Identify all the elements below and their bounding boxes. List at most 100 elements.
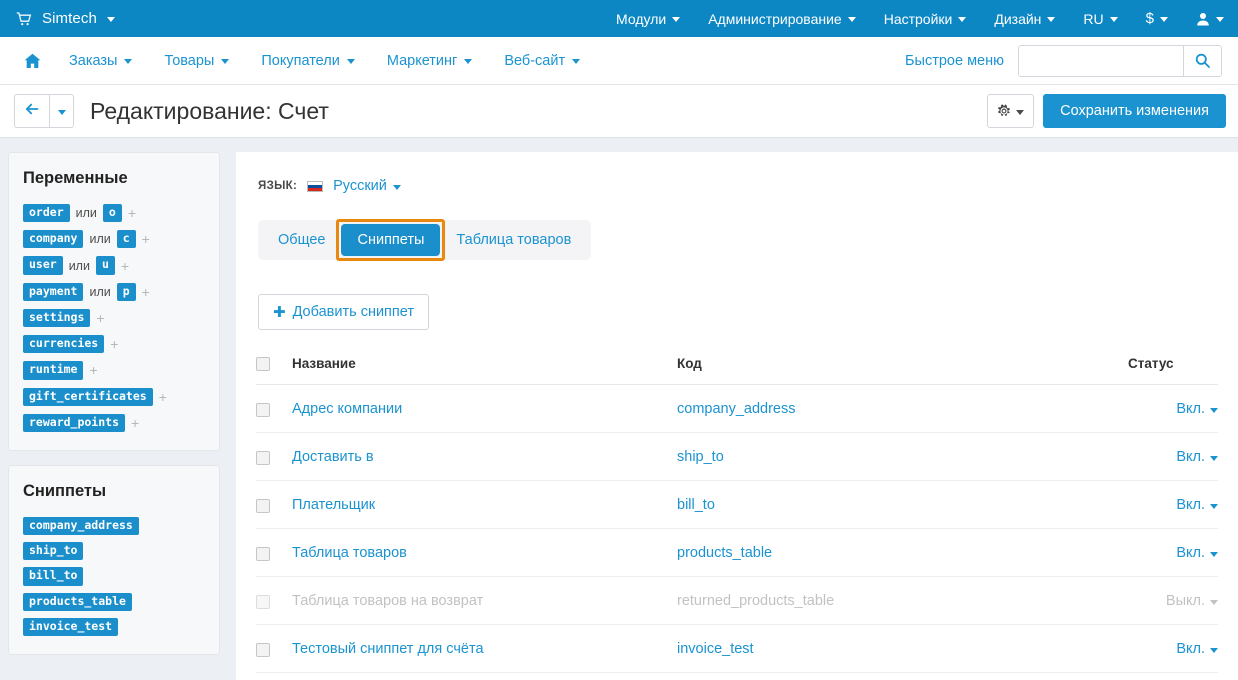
search-input[interactable] — [1019, 45, 1183, 76]
snippet-code-link[interactable]: returned_products_table — [677, 593, 834, 609]
chevron-down-icon — [1047, 17, 1056, 22]
variable-alias-tag[interactable]: o — [102, 204, 122, 223]
nav-item-orders[interactable]: Заказы — [53, 37, 148, 84]
plus-icon[interactable]: + — [121, 259, 129, 273]
row-checkbox[interactable] — [256, 642, 270, 657]
language-selector-row: ЯЗЫК: Русский — [258, 178, 1218, 194]
snippet-tag[interactable]: invoice_test — [23, 617, 119, 637]
variable-tag[interactable]: payment — [23, 282, 84, 301]
variable-tag[interactable]: settings — [23, 308, 91, 328]
brand-area[interactable]: Simtech — [0, 10, 115, 27]
variable-tag[interactable]: company — [23, 230, 84, 249]
language-dropdown[interactable]: Русский — [333, 178, 401, 194]
variable-row-order: order или o + — [23, 204, 205, 223]
snippet-name-link[interactable]: Плательщик — [292, 497, 375, 513]
select-all-checkbox[interactable] — [256, 357, 270, 372]
snippet-code-link[interactable]: company_address — [677, 401, 796, 417]
status-label: Вкл. — [1176, 401, 1205, 418]
snippet-name-link[interactable]: Тестовый сниппет для счёта — [292, 641, 484, 657]
quick-menu-link[interactable]: Быстрое меню — [905, 53, 1004, 69]
nav-item-home[interactable] — [16, 37, 53, 84]
variable-tag[interactable]: gift_certificates — [23, 387, 153, 406]
variable-tag[interactable]: currencies — [23, 335, 105, 354]
plus-icon[interactable]: + — [89, 363, 97, 377]
tab-snippets[interactable]: Сниппеты — [341, 224, 441, 256]
variable-tag[interactable]: reward_points — [23, 413, 126, 432]
chevron-down-icon — [847, 17, 856, 22]
snippet-tag[interactable]: ship_to — [23, 542, 84, 561]
chevron-down-icon — [1109, 17, 1118, 22]
add-snippet-button[interactable]: ✚ Добавить сниппет — [258, 294, 429, 330]
variable-alias-tag[interactable]: p — [116, 282, 136, 301]
status-dropdown[interactable]: Вкл. — [1176, 401, 1218, 417]
or-label: или — [75, 206, 97, 221]
row-checkbox[interactable] — [256, 402, 270, 417]
topbar-item-modules[interactable]: Модули — [602, 0, 694, 37]
chevron-down-icon — [1210, 647, 1218, 653]
row-checkbox[interactable] — [256, 498, 270, 513]
plus-icon[interactable]: + — [142, 285, 150, 299]
plus-icon[interactable]: + — [131, 416, 139, 430]
variable-alias-tag[interactable]: c — [116, 230, 136, 249]
tab-general[interactable]: Общее — [262, 224, 341, 256]
nav-item-marketing[interactable]: Маркетинг — [371, 37, 489, 84]
row-checkbox[interactable] — [256, 450, 270, 465]
chevron-down-icon — [1016, 109, 1025, 115]
status-dropdown[interactable]: Вкл. — [1176, 497, 1218, 513]
nav-item-customers[interactable]: Покупатели — [245, 37, 370, 84]
topbar-item-administration[interactable]: Администрирование — [694, 0, 870, 37]
snippet-code-link[interactable]: invoice_test — [677, 641, 754, 657]
save-changes-button[interactable]: Сохранить изменения — [1043, 94, 1226, 128]
variable-row-company: company или c + — [23, 230, 205, 249]
nav-item-products[interactable]: Товары — [148, 37, 245, 84]
back-dropdown-button[interactable] — [49, 94, 74, 128]
chevron-down-icon — [221, 59, 230, 64]
plus-icon[interactable]: + — [110, 337, 118, 351]
snippet-tag[interactable]: company_address — [23, 516, 139, 536]
plus-icon[interactable]: + — [159, 390, 167, 404]
snippet-tag[interactable]: products_table — [23, 592, 132, 611]
snippet-code-link[interactable]: products_table — [677, 545, 772, 561]
chevron-down-icon — [57, 109, 66, 115]
column-header-name: Название — [292, 352, 677, 386]
snippet-name-link[interactable]: Адрес компании — [292, 401, 402, 417]
status-dropdown[interactable]: Выкл. — [1166, 593, 1218, 609]
row-name-cell: Доставить в — [292, 432, 677, 482]
table-header-row: Название Код Статус — [256, 352, 1218, 386]
sidebar: Переменные order или o + company или c +… — [8, 152, 220, 669]
tab-products-table[interactable]: Таблица товаров — [440, 224, 587, 256]
plus-icon[interactable]: + — [142, 232, 150, 246]
status-dropdown[interactable]: Вкл. — [1176, 545, 1218, 561]
row-checkbox-cell — [256, 624, 292, 674]
row-code-cell: ship_to — [677, 432, 1128, 482]
snippet-tag[interactable]: bill_to — [23, 567, 84, 586]
status-dropdown[interactable]: Вкл. — [1176, 449, 1218, 465]
variable-tag[interactable]: user — [23, 256, 63, 275]
topbar-item-currency[interactable]: $ — [1132, 0, 1182, 37]
plus-icon[interactable]: + — [128, 206, 136, 220]
row-status-cell: Выкл. — [1128, 576, 1218, 626]
status-dropdown[interactable]: Вкл. — [1176, 641, 1218, 657]
variable-tag[interactable]: order — [23, 204, 70, 223]
topbar-item-design[interactable]: Дизайн — [980, 0, 1069, 37]
variable-alias-tag[interactable]: u — [95, 256, 115, 275]
snippets-table: Название Код Статус Адрес компании compa… — [256, 352, 1218, 674]
topbar-item-settings[interactable]: Настройки — [870, 0, 981, 37]
snippet-name-link[interactable]: Доставить в — [292, 449, 374, 465]
snippet-name-link[interactable]: Таблица товаров на возврат — [292, 593, 483, 609]
snippet-code-link[interactable]: bill_to — [677, 497, 715, 513]
back-button[interactable] — [14, 94, 49, 128]
variable-tag[interactable]: runtime — [23, 361, 84, 380]
variable-row-runtime: runtime + — [23, 361, 205, 380]
nav-item-website[interactable]: Веб-сайт — [488, 37, 596, 84]
row-checkbox[interactable] — [256, 594, 270, 609]
plus-icon[interactable]: + — [96, 311, 104, 325]
row-checkbox[interactable] — [256, 546, 270, 561]
snippet-name-link[interactable]: Таблица товаров — [292, 545, 407, 561]
snippet-code-link[interactable]: ship_to — [677, 449, 724, 465]
topbar-item-language[interactable]: RU — [1069, 0, 1131, 37]
search-button[interactable] — [1183, 45, 1221, 76]
topbar-item-user[interactable] — [1182, 0, 1238, 37]
topbar-item-label: Администрирование — [708, 10, 842, 27]
settings-dropdown-button[interactable] — [987, 94, 1035, 128]
